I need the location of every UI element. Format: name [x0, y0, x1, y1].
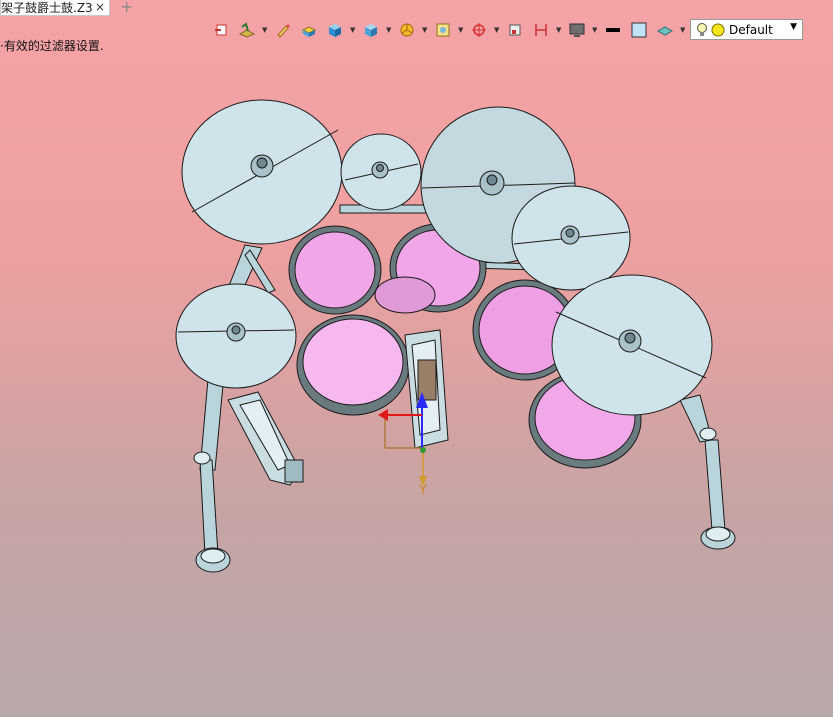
monitor-dropdown-icon[interactable]: ▼	[592, 26, 598, 34]
layers-icon[interactable]	[236, 20, 258, 40]
shaded-solid-icon[interactable]	[298, 20, 320, 40]
center-pad	[374, 276, 436, 314]
crash-cymbal-right	[511, 185, 631, 291]
lightbulb-icon	[697, 22, 707, 36]
style-dropdown[interactable]: Default ▼	[690, 19, 803, 40]
pie-icon[interactable]	[396, 20, 418, 40]
dimension-icon[interactable]	[530, 20, 552, 40]
target-icon[interactable]	[468, 20, 490, 40]
dimension-dropdown-icon[interactable]: ▼	[556, 26, 562, 34]
plane-icon[interactable]	[654, 20, 676, 40]
frame-icon[interactable]	[432, 20, 454, 40]
pen-icon[interactable]	[272, 20, 294, 40]
hihat-cymbal	[175, 283, 297, 389]
render-dropdown-icon[interactable]: ▼	[386, 26, 392, 34]
view-toolbar: ▼ ▼ ▼ ▼ ▼ ▼ ▼ ▼ ▼	[210, 19, 686, 41]
monitor-icon[interactable]	[566, 20, 588, 40]
cube-view-dropdown-icon[interactable]: ▼	[350, 26, 356, 34]
target-dropdown-icon[interactable]: ▼	[494, 26, 500, 34]
render-icon[interactable]	[360, 20, 382, 40]
crash-cymbal-left	[181, 99, 343, 245]
splash-cymbal	[340, 133, 422, 211]
frame-dropdown-icon[interactable]: ▼	[458, 26, 464, 34]
y-axis-label: Y	[418, 483, 427, 498]
fill-color-icon[interactable]	[628, 20, 650, 40]
export-icon[interactable]	[210, 20, 232, 40]
style-color-icon	[711, 23, 725, 36]
hihat-pedal	[227, 391, 304, 486]
style-dropdown-value: Default	[729, 22, 773, 37]
line-color-icon[interactable]	[602, 20, 624, 40]
plane-dropdown-icon[interactable]: ▼	[680, 26, 686, 34]
viewport-3d[interactable]: Y	[0, 0, 833, 717]
layers-dropdown-icon[interactable]: ▼	[262, 26, 268, 34]
chevron-down-icon[interactable]: ▼	[790, 22, 797, 32]
china-cymbal	[551, 274, 713, 416]
rectangle-icon[interactable]	[504, 20, 526, 40]
pie-dropdown-icon[interactable]: ▼	[422, 26, 428, 34]
cube-view-icon[interactable]	[324, 20, 346, 40]
snare-drum	[296, 314, 410, 416]
kick-pedal	[404, 329, 449, 449]
back-tom-left	[288, 225, 382, 315]
